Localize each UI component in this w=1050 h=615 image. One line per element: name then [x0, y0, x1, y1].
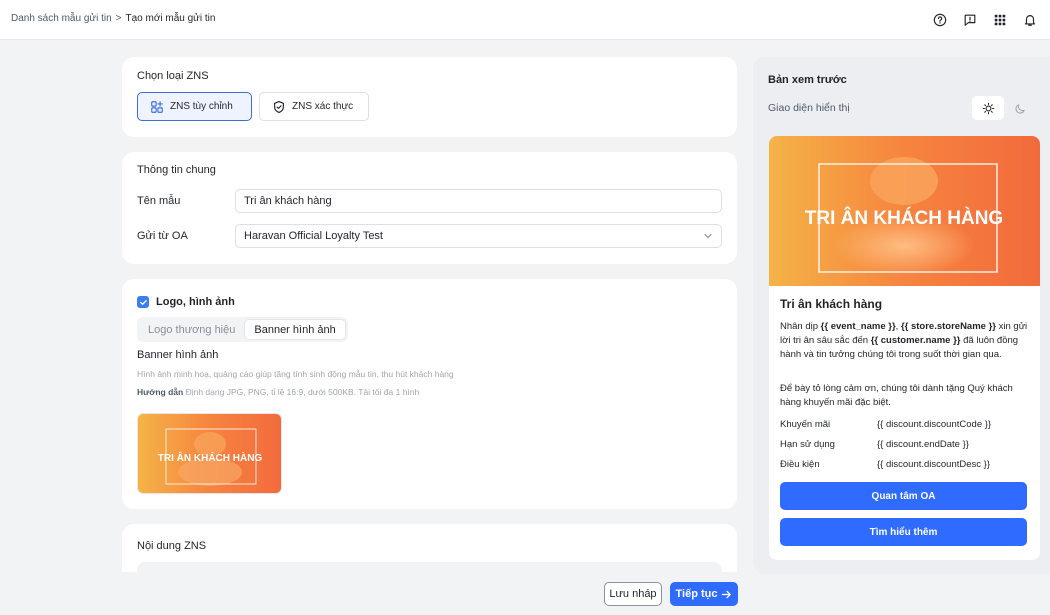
para1-text-1: Nhân dịp	[780, 321, 821, 332]
zns-type-title: Chọn loại ZNS	[137, 70, 209, 82]
banner-guide-label: Hướng dẫn	[137, 387, 184, 397]
logo-image-card: Logo, hình ảnh Logo thương hiệu Banner h…	[122, 279, 737, 509]
apps-grid-icon[interactable]	[990, 10, 1010, 30]
preview-row-key: Điều kiện	[780, 459, 820, 470]
preview-panel: Bản xem trước Giao diện hiển thị TRI ÂN …	[753, 57, 1050, 574]
banner-hint: Hình ảnh minh hoạ, quảng cáo giúp tăng t…	[137, 369, 454, 379]
general-info-title: Thông tin chung	[137, 164, 216, 176]
logo-banner-tabs: Logo thương hiệu Banner hình ảnh	[137, 317, 348, 342]
top-bar: Danh sách mẫu gửi tin > Tạo mới mẫu gửi …	[0, 0, 1050, 40]
breadcrumb: Danh sách mẫu gửi tin > Tạo mới mẫu gửi …	[11, 13, 215, 24]
para1-var-store: {{ store.storeName }}	[900, 321, 996, 332]
zns-type-card: Chọn loại ZNS ZNS tùy chỉnh ZNS xác thực	[122, 57, 737, 137]
sun-icon	[982, 102, 994, 114]
preview-row: Điều kiện {{ discount.discountDesc }}	[780, 459, 990, 470]
continue-button[interactable]: Tiếp tục	[670, 582, 738, 606]
zns-verify-button[interactable]: ZNS xác thực	[259, 92, 369, 121]
preview-title: Bản xem trước	[768, 74, 847, 86]
banner-section-label: Banner hình ảnh	[137, 349, 219, 361]
zns-custom-label: ZNS tùy chỉnh	[170, 101, 233, 112]
preview-row-value: {{ discount.endDate }}	[877, 439, 969, 450]
arrow-right-icon	[722, 590, 732, 598]
preview-row: Khuyến mãi {{ discount.discountCode }}	[780, 419, 991, 430]
breadcrumb-separator: >	[115, 13, 122, 24]
save-draft-button[interactable]: Lưu nháp	[604, 582, 662, 606]
logo-image-title: Logo, hình ảnh	[156, 296, 235, 308]
preview-row-value: {{ discount.discountDesc }}	[877, 459, 991, 470]
banner-thumbnail-text: TRI ÂN KHÁCH HÀNG	[158, 451, 263, 464]
preview-row-value: {{ discount.discountCode }}	[877, 419, 992, 430]
learn-more-button[interactable]: Tìm hiểu thêm	[780, 518, 1027, 546]
zns-custom-button[interactable]: ZNS tùy chỉnh	[137, 92, 252, 121]
breadcrumb-parent-link[interactable]: Danh sách mẫu gửi tin	[11, 13, 112, 24]
banner-thumbnail[interactable]: TRI ÂN KHÁCH HÀNG	[137, 413, 282, 494]
preview-row: Hạn sử dụng {{ discount.endDate }}	[780, 439, 969, 450]
theme-light-button[interactable]	[972, 96, 1004, 120]
banner-guide-text: Định dạng JPG, PNG, tỉ lệ 16:9, dưới 500…	[185, 387, 420, 397]
custom-grid-icon	[151, 100, 163, 113]
send-from-oa-select[interactable]: Haravan Official Loyalty Test	[235, 224, 722, 248]
general-info-card: Thông tin chung Tên mẫu Tri ân khách hàn…	[122, 152, 737, 264]
banner-thumbnail-image: TRI ÂN KHÁCH HÀNG	[138, 414, 281, 493]
bell-icon[interactable]	[1020, 10, 1040, 30]
template-name-label: Tên mẫu	[137, 195, 181, 207]
preview-banner-text: TRI ÂN KHÁCH HÀNG	[805, 207, 1003, 229]
template-name-value: Tri ân khách hàng	[244, 195, 332, 207]
preview-heading: Tri ân khách hàng	[780, 297, 883, 311]
preview-message-card: TRI ÂN KHÁCH HÀNG Tri ân khách hàng Nhân…	[769, 136, 1040, 560]
chevron-down-icon	[704, 233, 712, 239]
banner-guide: Hướng dẫn Định dạng JPG, PNG, tỉ lệ 16:9…	[137, 387, 419, 397]
follow-oa-button[interactable]: Quan tâm OA	[780, 482, 1027, 510]
top-icons	[920, 10, 1040, 30]
checkmark-icon	[139, 299, 147, 305]
send-from-oa-label: Gửi từ OA	[137, 230, 188, 242]
display-mode-label: Giao diện hiển thị	[768, 102, 850, 114]
breadcrumb-current: Tạo mới mẫu gửi tin	[125, 13, 216, 24]
tab-logo-brand[interactable]: Logo thương hiệu	[139, 319, 244, 340]
preview-paragraph-2: Để bày tỏ lòng cảm ơn, chúng tôi dành tặ…	[780, 383, 1013, 408]
logo-image-checkbox[interactable]	[137, 296, 149, 308]
theme-toggle	[972, 96, 1036, 120]
feedback-icon[interactable]	[960, 10, 980, 30]
send-from-oa-value: Haravan Official Loyalty Test	[244, 230, 383, 242]
preview-banner-image: TRI ÂN KHÁCH HÀNG	[769, 136, 1040, 286]
preview-row-key: Hạn sử dụng	[780, 439, 835, 450]
tab-banner-image[interactable]: Banner hình ảnh	[244, 319, 346, 340]
continue-label: Tiếp tục	[675, 588, 718, 600]
shield-check-icon	[274, 100, 284, 113]
template-name-input[interactable]: Tri ân khách hàng	[235, 189, 722, 213]
moon-icon	[1014, 103, 1025, 114]
zns-content-title: Nội dung ZNS	[137, 540, 207, 552]
theme-dark-button[interactable]	[1004, 96, 1036, 120]
preview-row-key: Khuyến mãi	[780, 419, 831, 430]
help-circle-icon[interactable]	[930, 10, 950, 30]
para1-var-event: {{ event_name }}	[820, 321, 896, 332]
zns-verify-label: ZNS xác thực	[292, 101, 354, 112]
preview-paragraph-1: Nhân dịp {{ event_name }}, {{ store.stor…	[780, 320, 1032, 361]
para1-var-customer: {{ customer.name }}	[870, 334, 961, 346]
